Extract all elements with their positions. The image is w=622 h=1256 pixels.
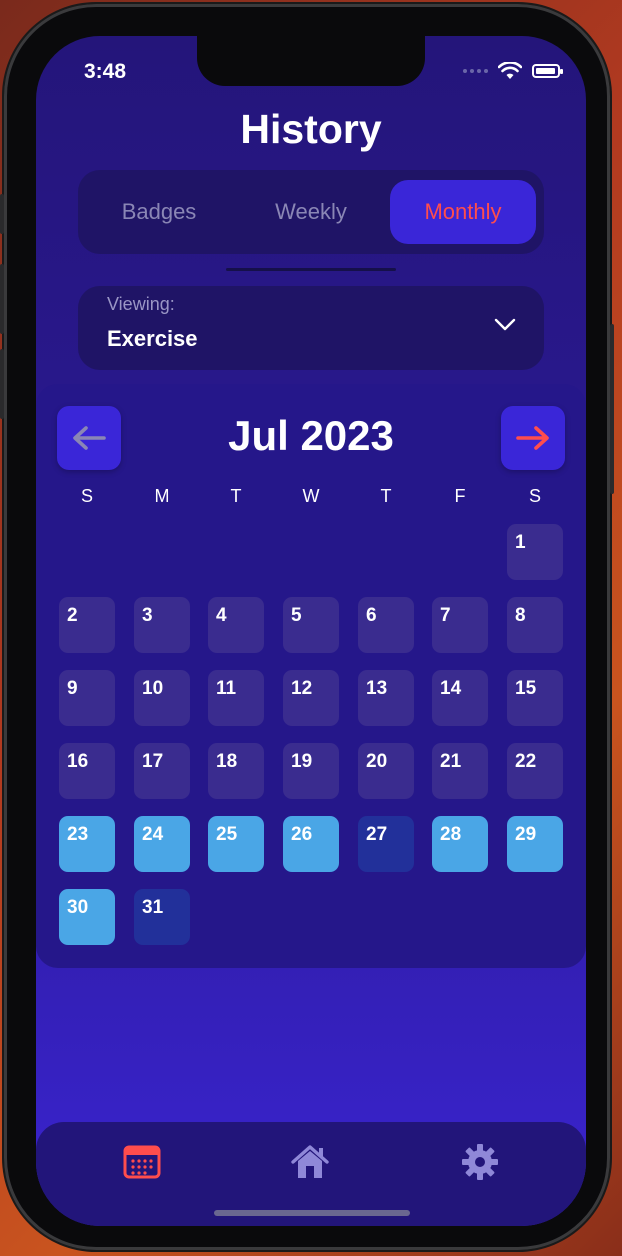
viewing-value: Exercise <box>107 326 198 351</box>
calendar-day[interactable]: 4 <box>208 597 264 653</box>
weekday-label: M <box>154 486 170 506</box>
chevron-down-icon <box>494 318 516 331</box>
tab-bar <box>36 1122 586 1226</box>
tab-history[interactable] <box>122 1142 162 1182</box>
segmented-control: Badges Weekly Monthly <box>78 170 544 254</box>
calendar-day[interactable]: 15 <box>507 670 563 726</box>
calendar-day[interactable]: 28 <box>432 816 488 872</box>
calendar-day[interactable]: 30 <box>59 889 115 945</box>
calendar-day[interactable]: 5 <box>283 597 339 653</box>
gear-icon <box>462 1144 498 1180</box>
power-button <box>610 324 614 494</box>
calendar: Jul 2023 SMTWTFS 1 2 3 4 5 6 7 8 9 10 11 12 13 14 15 16… <box>36 384 586 968</box>
calendar-day[interactable]: 23 <box>59 816 115 872</box>
calendar-day[interactable]: 14 <box>432 670 488 726</box>
notch <box>197 36 425 86</box>
calendar-day[interactable]: 2 <box>59 597 115 653</box>
tab-badges[interactable]: Badges <box>86 180 232 244</box>
viewing-dropdown[interactable]: Viewing: Exercise <box>78 286 544 370</box>
weekday-label: W <box>302 486 320 506</box>
tab-settings[interactable] <box>460 1142 500 1182</box>
arrow-right-icon <box>516 426 549 450</box>
home-indicator <box>214 1210 410 1216</box>
calendar-icon <box>123 1145 161 1179</box>
calendar-day[interactable]: 19 <box>283 743 339 799</box>
status-time: 3:48 <box>84 60 127 83</box>
calendar-day[interactable]: 29 <box>507 816 563 872</box>
cellular-signal-icon <box>463 69 488 73</box>
calendar-day[interactable]: 20 <box>358 743 414 799</box>
calendar-day[interactable]: 10 <box>134 670 190 726</box>
calendar-day[interactable]: 21 <box>432 743 488 799</box>
tab-home[interactable] <box>290 1142 330 1182</box>
calendar-day[interactable]: 12 <box>283 670 339 726</box>
calendar-day[interactable]: 8 <box>507 597 563 653</box>
calendar-day[interactable]: 16 <box>59 743 115 799</box>
status-icons <box>463 62 563 80</box>
calendar-day[interactable]: 26 <box>283 816 339 872</box>
page-title: History <box>240 106 382 152</box>
weekday-label: S <box>80 486 93 506</box>
weekday-label: F <box>454 486 466 506</box>
viewing-label: Viewing: <box>107 294 175 314</box>
app-screen: 3:48 History Badges Weekly Monthly Viewi… <box>36 36 586 1226</box>
tab-weekly[interactable]: Weekly <box>238 180 384 244</box>
wifi-icon <box>498 62 522 79</box>
calendar-day[interactable]: 6 <box>358 597 414 653</box>
calendar-day[interactable]: 1 <box>507 524 563 580</box>
weekday-label: S <box>528 486 541 506</box>
next-month-button[interactable] <box>501 406 565 470</box>
volume-up-button <box>0 264 4 334</box>
tab-monthly[interactable]: Monthly <box>390 180 536 244</box>
calendar-day[interactable]: 3 <box>134 597 190 653</box>
calendar-day[interactable]: 22 <box>507 743 563 799</box>
calendar-day[interactable]: 13 <box>358 670 414 726</box>
calendar-day[interactable]: 31 <box>134 889 190 945</box>
calendar-day[interactable]: 24 <box>134 816 190 872</box>
home-icon <box>291 1145 329 1178</box>
calendar-day[interactable]: 17 <box>134 743 190 799</box>
calendar-day[interactable]: 11 <box>208 670 264 726</box>
segment-divider <box>226 268 396 271</box>
phone-frame: 3:48 History Badges Weekly Monthly Viewi… <box>0 4 614 1250</box>
mute-switch <box>0 194 4 234</box>
volume-down-button <box>0 349 4 419</box>
calendar-day[interactable]: 27 <box>358 816 414 872</box>
calendar-day[interactable]: 9 <box>59 670 115 726</box>
calendar-day[interactable]: 25 <box>208 816 264 872</box>
calendar-day[interactable]: 18 <box>208 743 264 799</box>
weekday-label: T <box>230 486 242 506</box>
calendar-day[interactable]: 7 <box>432 597 488 653</box>
battery-icon <box>532 64 563 78</box>
weekday-label: T <box>380 486 392 506</box>
